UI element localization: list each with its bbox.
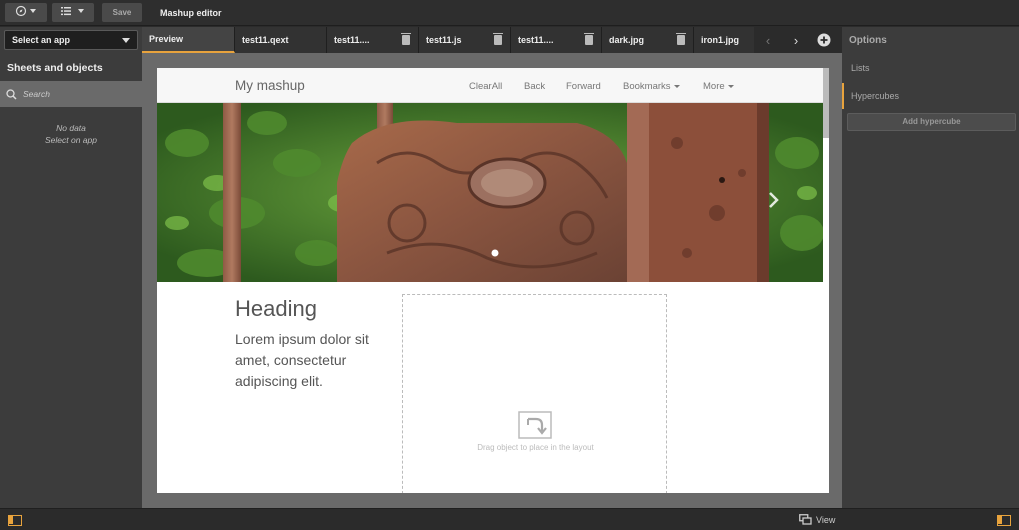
tab-label: dark.jpg — [609, 35, 645, 45]
add-hypercube-button[interactable]: Add hypercube — [847, 113, 1016, 131]
tab-label: test11.qext — [242, 35, 289, 45]
tab-label: test11.js — [426, 35, 462, 45]
mashup-brand[interactable]: My mashup — [235, 78, 305, 93]
tab-dark-jpg[interactable]: dark.jpg — [602, 27, 694, 53]
select-app-label: Select an app — [12, 35, 71, 45]
preview-canvas: My mashup ClearAll Back Forward Bookmark… — [142, 53, 842, 508]
lists-item[interactable]: Lists — [842, 55, 1019, 81]
view-icon — [799, 514, 812, 525]
mashup-preview: My mashup ClearAll Back Forward Bookmark… — [157, 68, 829, 493]
tab-js[interactable]: test11.js — [419, 27, 511, 53]
drop-hint-text: Drag object to place in the layout — [477, 443, 594, 452]
save-button[interactable]: Save — [102, 3, 142, 22]
chevron-left-icon[interactable]: ‹ — [754, 27, 782, 53]
mashup-navbar: My mashup ClearAll Back Forward Bookmark… — [157, 68, 829, 103]
chevron-down-icon — [122, 38, 130, 43]
top-toolbar: Save Mashup editor — [0, 0, 1019, 26]
tab-css[interactable]: test11.... — [511, 27, 602, 53]
chevron-right-icon[interactable]: › — [782, 27, 810, 53]
options-panel: Options Lists Hypercubes Add hypercube — [842, 27, 1019, 508]
bottom-bar: View — [0, 508, 1019, 530]
file-tabs: Preview test11.qext test11.... test11.js… — [142, 27, 842, 53]
list-icon — [60, 5, 86, 20]
view-label: View — [816, 514, 836, 525]
clear-all-link[interactable]: ClearAll — [469, 81, 502, 92]
tab-label: test11.... — [518, 35, 554, 45]
search-box[interactable] — [0, 81, 142, 107]
toggle-left-panel-icon[interactable] — [8, 515, 22, 526]
add-tab-button[interactable] — [810, 27, 838, 53]
editor-title: Mashup editor — [160, 7, 222, 18]
no-data-text: No data — [56, 123, 86, 133]
search-icon — [6, 88, 17, 100]
tab-qext[interactable]: test11.qext — [235, 27, 327, 53]
list-menu-button[interactable] — [52, 3, 94, 22]
more-dropdown[interactable]: More — [703, 81, 734, 92]
compass-icon — [15, 5, 37, 20]
more-label: More — [703, 81, 725, 92]
search-input[interactable] — [23, 89, 133, 99]
back-link[interactable]: Back — [524, 81, 545, 92]
hypercubes-item[interactable]: Hypercubes — [842, 83, 1019, 109]
bookmarks-label: Bookmarks — [623, 81, 671, 92]
sheets-title: Sheets and objects — [7, 62, 103, 74]
plus-circle-icon — [817, 33, 831, 47]
tab-label: iron1.jpg — [701, 35, 739, 45]
content-heading: Heading — [235, 296, 317, 321]
left-panel: Select an app Sheets and objects No data… — [0, 27, 142, 508]
trash-icon[interactable] — [493, 33, 503, 45]
tab-label: test11.... — [334, 35, 370, 45]
navigation-menu-button[interactable] — [5, 3, 47, 22]
select-on-app-text: Select on app — [45, 135, 97, 145]
trash-icon[interactable] — [401, 33, 411, 45]
select-app-dropdown[interactable]: Select an app — [4, 30, 138, 50]
tab-preview[interactable]: Preview — [142, 27, 235, 53]
tab-label: Preview — [149, 34, 184, 44]
options-title: Options — [849, 35, 887, 46]
tab-iron-jpg[interactable]: iron1.jpg — [694, 27, 754, 53]
caret-down-icon — [727, 84, 734, 88]
content-paragraph: Lorem ipsum dolor sit amet, consectetur … — [235, 331, 369, 389]
forward-link[interactable]: Forward — [566, 81, 601, 92]
trash-icon[interactable] — [676, 33, 686, 45]
object-drop-zone[interactable]: Drag object to place in the layout — [402, 294, 667, 493]
view-button[interactable]: View — [799, 514, 835, 525]
drag-object-icon — [518, 411, 552, 444]
hero-carousel — [157, 103, 823, 282]
toggle-right-panel-icon[interactable] — [997, 515, 1011, 526]
tab-html[interactable]: test11.... — [327, 27, 419, 53]
bookmarks-dropdown[interactable]: Bookmarks — [623, 81, 680, 92]
carousel-image — [157, 103, 823, 282]
preview-scrollbar[interactable] — [823, 68, 829, 138]
caret-down-icon — [673, 84, 680, 88]
trash-icon[interactable] — [584, 33, 594, 45]
